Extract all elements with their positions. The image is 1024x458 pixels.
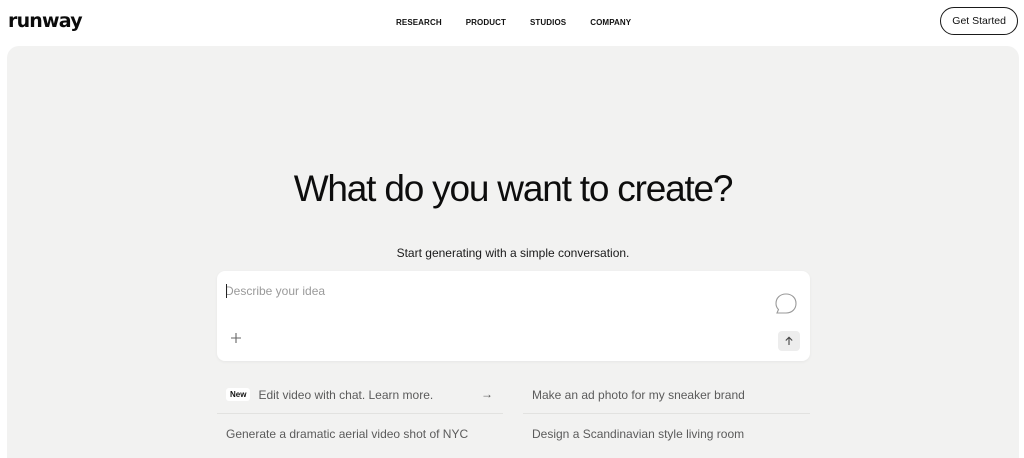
arrow-right-icon: →: [481, 387, 493, 401]
arrow-up-icon: [785, 336, 793, 345]
hero-section: What do you want to create? Start genera…: [7, 46, 1019, 458]
add-attachment-button[interactable]: [229, 332, 243, 346]
nav-item-studios[interactable]: STUDIOS: [530, 18, 566, 27]
top-navigation-bar: runway RESEARCH PRODUCT STUDIOS COMPANY …: [0, 0, 1024, 45]
suggestion-label: Design a Scandinavian style living room: [532, 427, 745, 441]
get-started-button[interactable]: Get Started: [940, 7, 1018, 35]
suggestion-ad-photo[interactable]: Make an ad photo for my sneaker brand: [523, 376, 810, 414]
prompt-box: [217, 271, 810, 361]
prompt-input[interactable]: [225, 281, 765, 301]
suggestion-label: Make an ad photo for my sneaker brand: [532, 387, 745, 402]
hero-headline: What do you want to create?: [293, 168, 734, 209]
suggestion-label: Generate a dramatic aerial video shot of…: [226, 427, 469, 441]
nav-item-product[interactable]: PRODUCT: [466, 18, 506, 27]
chat-bubble-icon[interactable]: [773, 291, 799, 317]
main-nav: RESEARCH PRODUCT STUDIOS COMPANY: [396, 18, 631, 27]
suggestion-living-room[interactable]: Design a Scandinavian style living room: [523, 415, 810, 453]
hero-subline: Start generating with a simple conversat…: [396, 246, 630, 260]
nav-item-research[interactable]: RESEARCH: [396, 18, 442, 27]
plus-icon: [231, 333, 241, 343]
suggestion-label: Edit video with chat. Learn more.: [258, 387, 434, 402]
nav-item-company[interactable]: COMPANY: [590, 18, 631, 27]
text-caret: [226, 284, 227, 298]
send-button[interactable]: [778, 331, 800, 351]
suggestion-aerial-video[interactable]: Generate a dramatic aerial video shot of…: [217, 415, 503, 453]
suggestion-edit-video[interactable]: New Edit video with chat. Learn more. →: [217, 376, 503, 414]
runway-logo[interactable]: runway: [8, 10, 83, 32]
new-badge: New: [226, 388, 251, 401]
